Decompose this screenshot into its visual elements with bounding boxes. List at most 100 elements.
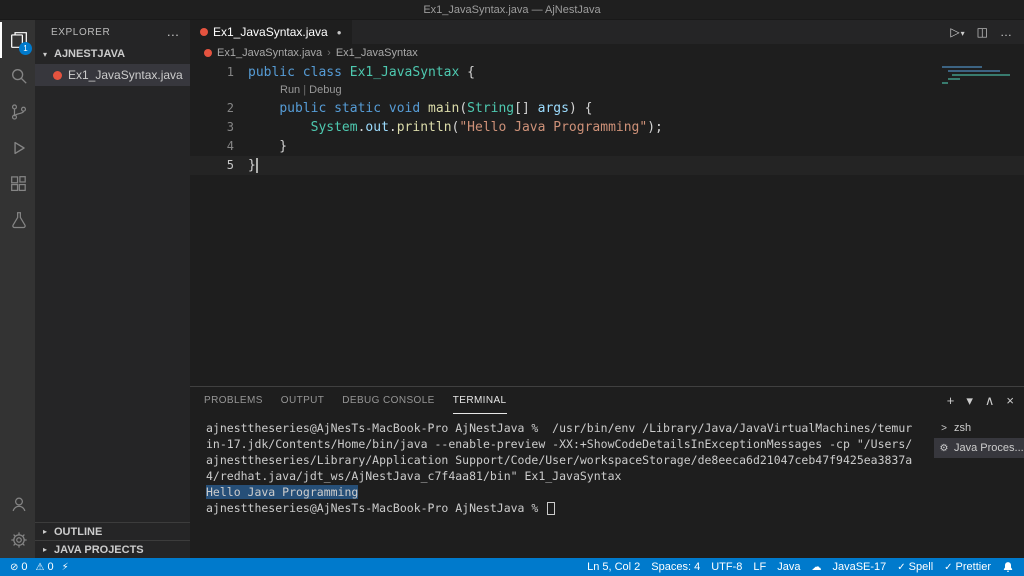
terminal-list-item[interactable]: >zsh [934,418,1024,438]
activity-settings[interactable] [0,522,35,558]
panel-tab-problems[interactable]: PROBLEMS [204,387,263,414]
panel-tab-debug-console[interactable]: DEBUG CONSOLE [342,387,434,414]
modified-indicator[interactable]: ● [337,28,342,37]
terminal-list-label: Java Proces... [954,442,1024,454]
activity-extensions[interactable] [0,166,35,202]
status-bar-right: Ln 5, Col 2 Spaces: 4 UTF-8 LF Java ☁ JavaSE-1… [587,561,1014,573]
new-terminal-button[interactable]: + [947,393,955,408]
sidebar-section-outline[interactable]: ▸ OUTLINE [35,522,190,540]
codelens-row: Run | Debug [190,82,1024,99]
split-editor-button[interactable]: ◫ [977,25,988,39]
code-line[interactable]: 4 } [190,137,1024,156]
tab-label: Ex1_JavaSyntax.java [213,25,328,39]
maximize-panel-button[interactable]: ∧ [985,393,995,409]
terminal-text: in-17.jdk/Contents/Home/bin/java --enabl… [206,437,912,451]
status-ports[interactable]: ⚡ [62,562,69,573]
source-control-icon [10,103,28,121]
code-token: ( [459,101,467,116]
activity-source-control[interactable] [0,94,35,130]
file-name: Ex1_JavaSyntax.java [68,68,183,82]
terminal-dropdown-button[interactable]: ▾ [966,393,973,409]
minimap-line [952,74,1010,76]
activity-search[interactable] [0,58,35,94]
more-actions-button[interactable]: … [1000,25,1012,39]
status-spell-checker[interactable]: ✓Spell [897,561,933,573]
activity-explorer[interactable]: 1 [0,22,35,58]
code-line[interactable]: 5} [190,156,1024,175]
run-java-button[interactable]: ▷▾ [950,25,964,39]
status-problems-errors[interactable]: ⊘0 [10,561,28,573]
status-problems-warnings[interactable]: ⚠0 [36,561,54,573]
line-number[interactable]: 4 [190,137,234,156]
codelens-debug-link[interactable]: Debug [309,84,341,96]
workspace-folder-row[interactable]: ▾ AJNESTJAVA [35,44,190,64]
activity-testing[interactable] [0,202,35,238]
minimap-line [942,82,948,84]
activity-account[interactable] [0,486,35,522]
breadcrumb-symbol[interactable]: Ex1_JavaSyntax [336,47,418,59]
terminal-line: 4/redhat.java/jdt_ws/AjNestJava_c7f4aa81… [206,468,934,484]
code-token: Ex1_JavaSyntax [350,65,460,80]
code-token [248,101,279,116]
outline-label: OUTLINE [54,526,102,538]
terminal-list-item[interactable]: ⚙Java Proces... [934,438,1024,458]
code-token: System [311,120,358,135]
terminal-line: in-17.jdk/Contents/Home/bin/java --enabl… [206,436,934,452]
line-number[interactable]: 1 [190,63,234,82]
status-indentation[interactable]: Spaces: 4 [651,561,700,573]
tab-ex1-javasyntax[interactable]: Ex1_JavaSyntax.java ● [190,20,352,44]
workbench: 1 [0,20,1024,558]
terminal-list: >zsh⚙Java Proces... [934,414,1024,558]
activity-run-debug[interactable] [0,130,35,166]
line-number[interactable]: 3 [190,118,234,137]
minimap[interactable] [942,66,1014,84]
chevron-down-icon: ▾ [961,29,965,38]
code-token: . [389,120,397,135]
status-text: Prettier [956,561,991,573]
sidebar-more-actions-button[interactable]: … [166,27,180,37]
status-eol[interactable]: LF [753,561,766,573]
code-line[interactable]: 2 public static void main(String[] args)… [190,99,1024,118]
editor[interactable]: 1public class Ex1_JavaSyntax {Run | Debu… [190,61,1024,386]
editor-actions: ▷▾ ◫ … [950,20,1024,44]
status-java-runtime[interactable]: JavaSE-17 [832,561,886,573]
beaker-icon [10,211,28,229]
codelens-run-link[interactable]: Run [280,84,300,96]
status-language-mode[interactable]: Java [777,561,800,573]
status-text: LF [753,561,766,573]
status-encoding[interactable]: UTF-8 [711,561,742,573]
java-file-icon [200,28,208,36]
panel-tab-terminal[interactable]: TERMINAL [453,387,507,414]
play-icon: ▷ [950,25,959,39]
status-cursor-position[interactable]: Ln 5, Col 2 [587,561,640,573]
code-token: println [397,120,452,135]
search-icon [10,67,28,85]
terminal-line: Hello Java Programming [206,484,934,500]
window-title: Ex1_JavaSyntax.java — AjNestJava [423,4,600,16]
code-line-content: public static void main(String[] args) { [234,99,592,118]
status-prettier[interactable]: ✓Prettier [944,561,991,573]
code-token: public class [248,65,350,80]
terminal-text: 4/redhat.java/jdt_ws/AjNestJava_c7f4aa81… [206,469,621,483]
code-line[interactable]: 3 System.out.println("Hello Java Program… [190,118,1024,137]
line-number[interactable]: 2 [190,99,234,118]
panel-tab-output[interactable]: OUTPUT [281,387,325,414]
notifications-bell[interactable] [1002,561,1014,573]
file-item[interactable]: Ex1_JavaSyntax.java [35,64,190,86]
code-line[interactable]: 1public class Ex1_JavaSyntax { [190,63,1024,82]
code-line-content: public class Ex1_JavaSyntax { [234,63,475,82]
status-cloud-sync[interactable]: ☁ [811,562,821,573]
sidebar-header: EXPLORER … [35,20,190,44]
close-panel-button[interactable]: × [1006,393,1014,408]
line-number[interactable]: 5 [190,156,234,175]
code-token: ) { [569,101,592,116]
sidebar-section-java-projects[interactable]: ▸ JAVA PROJECTS [35,540,190,558]
status-text: UTF-8 [711,561,742,573]
code-line-content: System.out.println("Hello Java Programmi… [234,118,663,137]
java-file-icon [53,71,62,80]
codelens-separator: | [300,84,309,96]
code-token: public static void [279,101,428,116]
panel-header: PROBLEMSOUTPUTDEBUG CONSOLETERMINAL + ▾ … [190,387,1024,414]
terminal-output[interactable]: ajnesttheseries@AjNesTs-MacBook-Pro AjNe… [190,414,934,558]
breadcrumb-file[interactable]: Ex1_JavaSyntax.java [217,47,322,59]
